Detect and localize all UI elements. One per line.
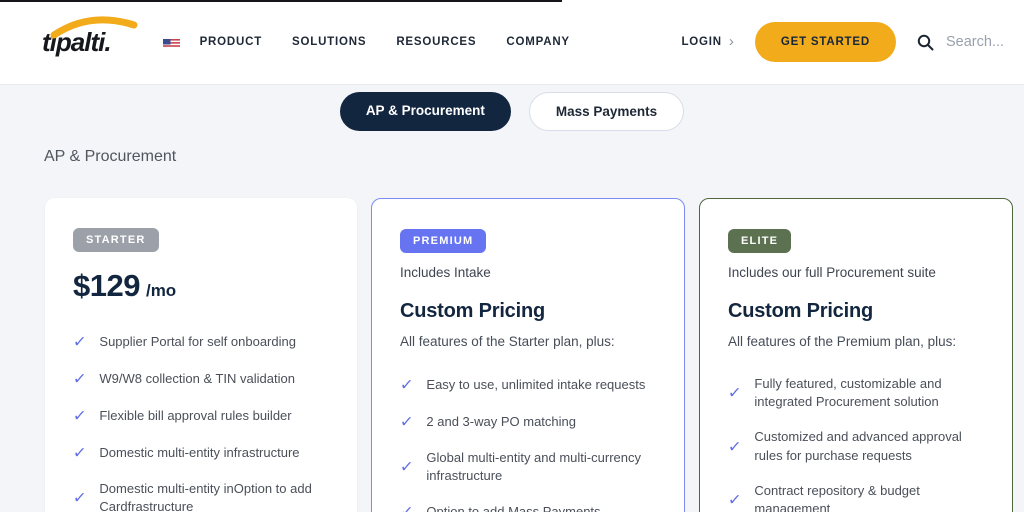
list-item: ✓ Contract repository & budget managemen… [727,482,920,512]
premium-feature-list: ✓ Easy to use, unlimited intake requests… [399,375,656,512]
tab-mass-payments[interactable]: Mass Payments [528,92,685,131]
search-placeholder-text: Search... [945,34,1004,50]
check-icon: ✓ [72,407,87,426]
login-label: LOGIN [681,36,722,48]
nav-item-product[interactable]: PRODUCT [200,36,262,48]
check-icon: ✓ [399,376,414,395]
starter-price-row: $129 /mo [73,268,329,304]
plan-badge-premium: PREMIUM [400,229,487,253]
check-icon: ✓ [72,333,87,352]
plan-badge-starter: STARTER [73,228,159,252]
list-item: ✓ Supplier Portal for self onboarding [72,333,296,352]
login-link[interactable]: LOGIN › [681,32,734,50]
list-item: ✓ Domestic multi-entity infrastructure [72,444,300,463]
list-item: ✓ Option to add Mass Payments [399,502,656,512]
tab-ap-procurement[interactable]: AP & Procurement [339,92,511,131]
pricing-tabs: AP & Procurement Mass Payments [0,92,1024,131]
starter-feature-list: ✓ Supplier Portal for self onboarding ✓ … [72,332,329,512]
main-nav: PRODUCT SOLUTIONS RESOURCES COMPANY [200,36,570,48]
nav-item-company[interactable]: COMPANY [506,36,570,48]
top-edge-artifact [0,0,562,2]
plan-card-premium: PREMIUM Includes Intake Custom Pricing A… [371,198,685,512]
elite-includes: Includes our full Procurement suite [728,265,936,280]
nav-item-resources[interactable]: RESOURCES [396,36,476,48]
section-title: AP & Procurement [44,148,177,165]
check-icon: ✓ [727,384,742,403]
check-icon: ✓ [72,444,87,463]
nav-item-solutions[interactable]: SOLUTIONS [292,36,366,48]
list-item: ✓ Customized and advanced approval rules… [727,429,962,463]
list-item: ✓ W9/W8 collection & TIN validation [72,370,295,389]
list-item: ✓ Global multi-entity and multi-currency… [399,450,641,484]
list-item: ✓ Domestic multi-entity inOption to add … [72,481,312,512]
premium-subtitle: All features of the Starter plan, plus: [400,334,615,349]
header-right: LOGIN › GET STARTED Search... [681,22,1024,62]
header: tipalti. PRODUCT SOLUTIONS RESOURCES COM… [0,0,1024,85]
starter-price: $129 [73,268,140,303]
check-icon: ✓ [72,370,87,389]
elite-feature-list: ✓ Fully featured, customizable and integ… [727,375,984,512]
check-icon: ✓ [727,438,742,457]
get-started-button[interactable]: GET STARTED [754,22,896,62]
plan-badge-elite: ELITE [728,229,792,253]
premium-includes: Includes Intake [400,265,491,280]
logo-swoosh-icon [50,15,138,38]
starter-period: /mo [145,281,177,300]
check-icon: ✓ [399,458,414,477]
check-icon: ✓ [727,491,742,510]
plan-card-elite: ELITE Includes our full Procurement suit… [699,198,1013,512]
elite-price-label: Custom Pricing [728,300,873,322]
search-control[interactable]: Search... [917,34,1004,51]
list-item: ✓ 2 and 3-way PO matching [399,413,576,432]
pricing-cards: STARTER $129 /mo ✓ Supplier Portal for s… [45,198,1013,512]
list-item: ✓ Flexible bill approval rules builder [72,407,292,426]
check-icon: ✓ [399,502,414,512]
page: tipalti. PRODUCT SOLUTIONS RESOURCES COM… [0,0,1024,512]
elite-subtitle: All features of the Premium plan, plus: [728,334,957,349]
list-item: ✓ Easy to use, unlimited intake requests [399,376,646,395]
us-flag-icon[interactable] [162,37,180,48]
plan-card-starter: STARTER $129 /mo ✓ Supplier Portal for s… [45,198,357,512]
check-icon: ✓ [399,413,414,432]
chevron-right-icon: › [728,32,734,50]
check-icon: ✓ [72,489,87,508]
search-icon [917,34,934,50]
logo[interactable]: tipalti. [42,15,138,58]
premium-price-label: Custom Pricing [400,300,545,322]
list-item: ✓ Fully featured, customizable and integ… [727,376,942,410]
